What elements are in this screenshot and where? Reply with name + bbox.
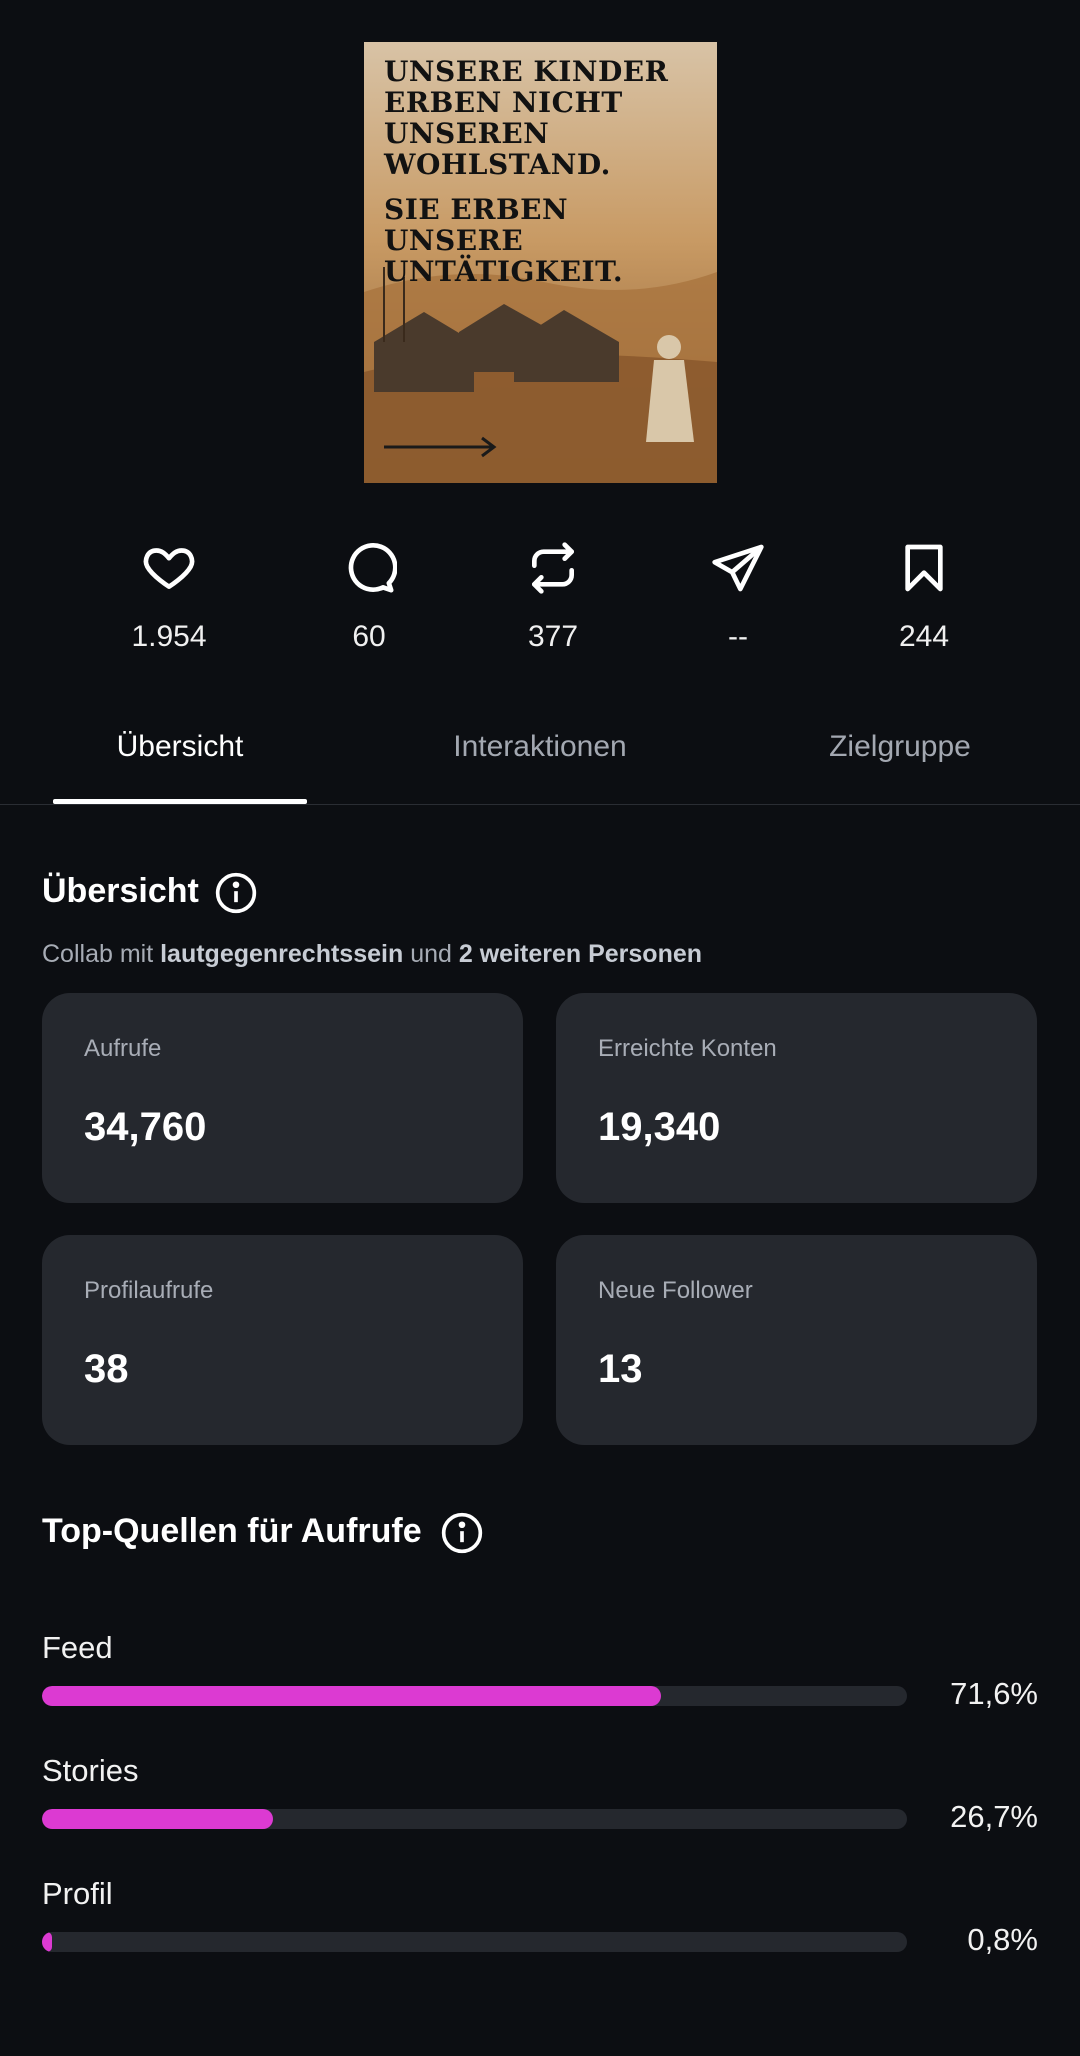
reposts-count: 377 (527, 620, 579, 653)
bookmark-icon (844, 540, 1004, 610)
overview-title: Übersicht (42, 872, 199, 910)
metric-label: Erreichte Konten (598, 1035, 777, 1062)
active-tab-indicator (53, 799, 307, 804)
metric-value: 13 (598, 1347, 643, 1391)
poster-line-2: SIE ERBEN UNSERE UNTÄTIGKEIT. (384, 193, 624, 288)
shares-stat[interactable]: -- (658, 540, 818, 654)
source-bar-track (42, 1686, 907, 1706)
sources-title: Top-Quellen für Aufrufe (42, 1512, 422, 1550)
poster-line-1: UNSERE KINDER ERBEN NICHT UNSEREN WOHLST… (384, 55, 669, 181)
send-icon (658, 540, 818, 610)
collab-and: und (410, 940, 452, 968)
shares-count: -- (728, 620, 748, 653)
source-bar-fill (42, 1932, 53, 1952)
metric-card-views: Aufrufe 34,760 (42, 993, 523, 1203)
reposts-stat[interactable]: 377 (473, 540, 633, 654)
tab-interactions[interactable]: Interaktionen (420, 730, 660, 764)
comments-stat[interactable]: 60 (289, 540, 449, 654)
saves-stat[interactable]: 244 (844, 540, 1004, 654)
metric-value: 38 (84, 1347, 129, 1391)
metric-card-new-followers: Neue Follower 13 (556, 1235, 1037, 1445)
source-bar-fill (42, 1686, 662, 1706)
saves-count: 244 (898, 620, 950, 653)
collab-info: Collab mit lautgegenrechtssein und 2 wei… (42, 940, 702, 969)
sources-info-icon[interactable] (440, 1511, 484, 1560)
metric-value: 19,340 (598, 1105, 721, 1149)
poster-text: UNSERE KINDER ERBEN NICHT UNSEREN WOHLST… (384, 56, 707, 287)
source-name: Profil (42, 1876, 113, 1911)
source-percent: 0,8% (967, 1922, 1038, 1957)
repost-icon (473, 540, 633, 610)
source-percent: 71,6% (950, 1676, 1038, 1711)
comment-icon (289, 540, 449, 610)
source-name: Stories (42, 1753, 139, 1788)
post-stats: 1.954 60 377 -- 244 (0, 540, 1080, 680)
source-name: Feed (42, 1630, 113, 1665)
source-bar-fill (42, 1809, 273, 1829)
likes-stat[interactable]: 1.954 (89, 540, 249, 654)
post-thumbnail[interactable]: UNSERE KINDER ERBEN NICHT UNSEREN WOHLST… (364, 42, 717, 483)
comments-count: 60 (352, 620, 386, 653)
metric-label: Neue Follower (598, 1277, 753, 1304)
metric-label: Aufrufe (84, 1035, 162, 1062)
source-bar-track (42, 1809, 907, 1829)
tab-audience[interactable]: Zielgruppe (790, 730, 1010, 764)
collab-prefix: Collab mit (42, 940, 154, 968)
heart-icon (89, 540, 249, 610)
likes-count: 1.954 (131, 620, 207, 653)
metric-label: Profilaufrufe (84, 1277, 214, 1304)
insights-tabs: Übersicht Interaktionen Zielgruppe (0, 720, 1080, 805)
metric-card-profile-views: Profilaufrufe 38 (42, 1235, 523, 1445)
metric-card-reach: Erreichte Konten 19,340 (556, 993, 1037, 1203)
tab-overview[interactable]: Übersicht (53, 730, 307, 764)
metric-value: 34,760 (84, 1105, 207, 1149)
overview-info-icon[interactable] (214, 871, 258, 920)
source-percent: 26,7% (950, 1799, 1038, 1834)
collab-user-link[interactable]: lautgegenrechtssein (160, 940, 403, 968)
source-bar-track (42, 1932, 907, 1952)
collab-others-link[interactable]: 2 weiteren Personen (459, 940, 702, 968)
